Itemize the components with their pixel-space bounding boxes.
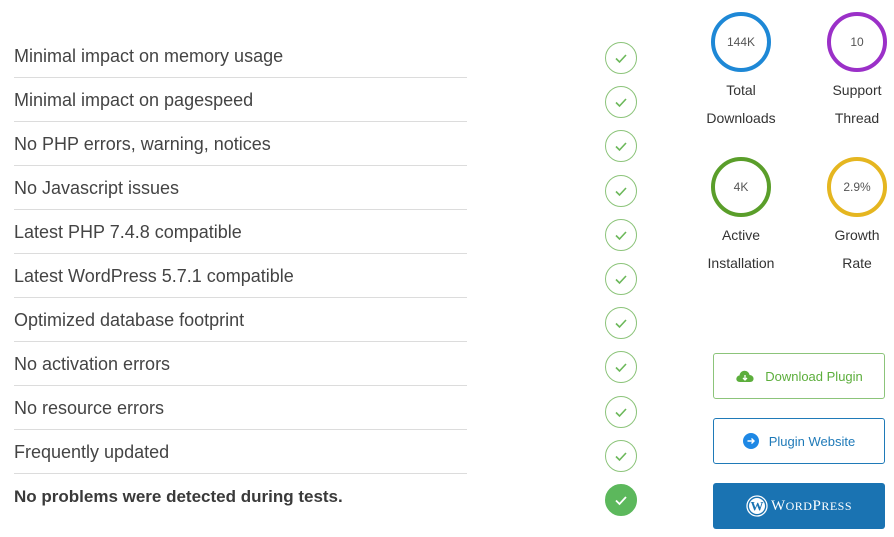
stat-growth-rate: 2.9% Growth Rate [807,157,894,277]
check-circle-icon [605,130,637,163]
check-circle-icon [605,218,637,251]
checklist-item-label: Latest WordPress 5.7.1 compatible [14,266,294,286]
stat-label-line2: Installation [707,255,775,271]
stat-label-line1: Active [721,227,761,243]
arrow-right-circle-icon [742,433,759,449]
checklist-item-label: Minimal impact on pagespeed [14,90,254,110]
stat-label: Growth Rate [807,221,894,277]
wordmark-part: P [812,497,822,514]
stat-value: 2.9% [843,180,871,194]
wordmark-part: ORD [785,498,813,513]
download-plugin-button[interactable]: Download Plugin [713,353,885,399]
checklist-item: No resource errors [14,386,467,430]
stat-label-line2: Thread [834,110,880,126]
stat-ring: 144K [711,12,771,72]
checklist-item: Optimized database footprint [14,298,467,342]
check-circle-filled-icon [605,483,637,516]
checklist-item-label: No PHP errors, warning, notices [14,134,271,154]
check-circle-icon [605,395,637,428]
stat-label: Total Downloads [691,76,791,132]
stat-value: 4K [733,180,749,194]
stat-active-installation: 4K Active Installation [691,157,791,277]
stat-total-downloads: 144K Total Downloads [691,12,791,132]
wordmark-part: W [770,497,786,514]
plugin-website-label: Plugin Website [768,433,856,449]
checklist-item: Latest WordPress 5.7.1 compatible [14,254,467,298]
checklist-item-label: No resource errors [14,398,165,418]
stat-label-line2: Downloads [706,110,776,126]
cloud-download-icon [735,368,755,384]
test-checklist: Minimal impact on memory usage Minimal i… [14,34,467,518]
check-circle-icon [605,86,637,119]
stat-label: Support Thread [807,76,894,132]
checklist-summary: No problems were detected during tests. [14,474,467,518]
download-plugin-label: Download Plugin [765,368,863,384]
stat-support-thread: 10 Support Thread [807,12,894,132]
checklist-item: Frequently updated [14,430,467,474]
checklist-item-label: No activation errors [14,354,171,374]
stat-value: 10 [850,35,864,49]
stat-label-line1: Support [832,82,882,98]
stat-value: 144K [726,35,756,49]
wordpress-logo-icon: W [746,495,768,517]
checklist-item-label: No Javascript issues [14,178,180,198]
check-circle-icon [605,262,637,295]
svg-text:W: W [750,499,763,514]
stat-ring: 10 [827,12,887,72]
checklist-item-label: Latest PHP 7.4.8 compatible [14,222,242,242]
plugin-website-button[interactable]: Plugin Website [713,418,885,464]
stat-label-line1: Growth [834,227,880,243]
check-circle-icon [605,439,637,472]
check-circle-icon [605,351,637,384]
checklist-item: Latest PHP 7.4.8 compatible [14,210,467,254]
check-circle-icon [605,42,637,74]
wordpress-wordmark: WORDPRESS [771,498,852,515]
checklist-item-label: Minimal impact on memory usage [14,46,284,66]
checklist-item-label: Frequently updated [14,442,170,462]
stat-label-line1: Total [726,82,756,98]
check-circle-icon [605,307,637,340]
checklist-item: No activation errors [14,342,467,386]
check-circle-icon [605,174,637,207]
check-column [605,42,637,528]
stat-ring: 4K [711,157,771,217]
stat-label: Active Installation [691,221,791,277]
checklist-item: No PHP errors, warning, notices [14,122,467,166]
wordpress-button[interactable]: W WORDPRESS [713,483,885,529]
stat-label-line2: Rate [842,255,872,271]
checklist-item: Minimal impact on pagespeed [14,78,467,122]
summary-label: No problems were detected during tests. [14,487,343,506]
stat-ring: 2.9% [827,157,887,217]
wordmark-part: RESS [821,498,853,513]
checklist-item: No Javascript issues [14,166,467,210]
checklist-item: Minimal impact on memory usage [14,34,467,78]
checklist-item-label: Optimized database footprint [14,310,245,330]
